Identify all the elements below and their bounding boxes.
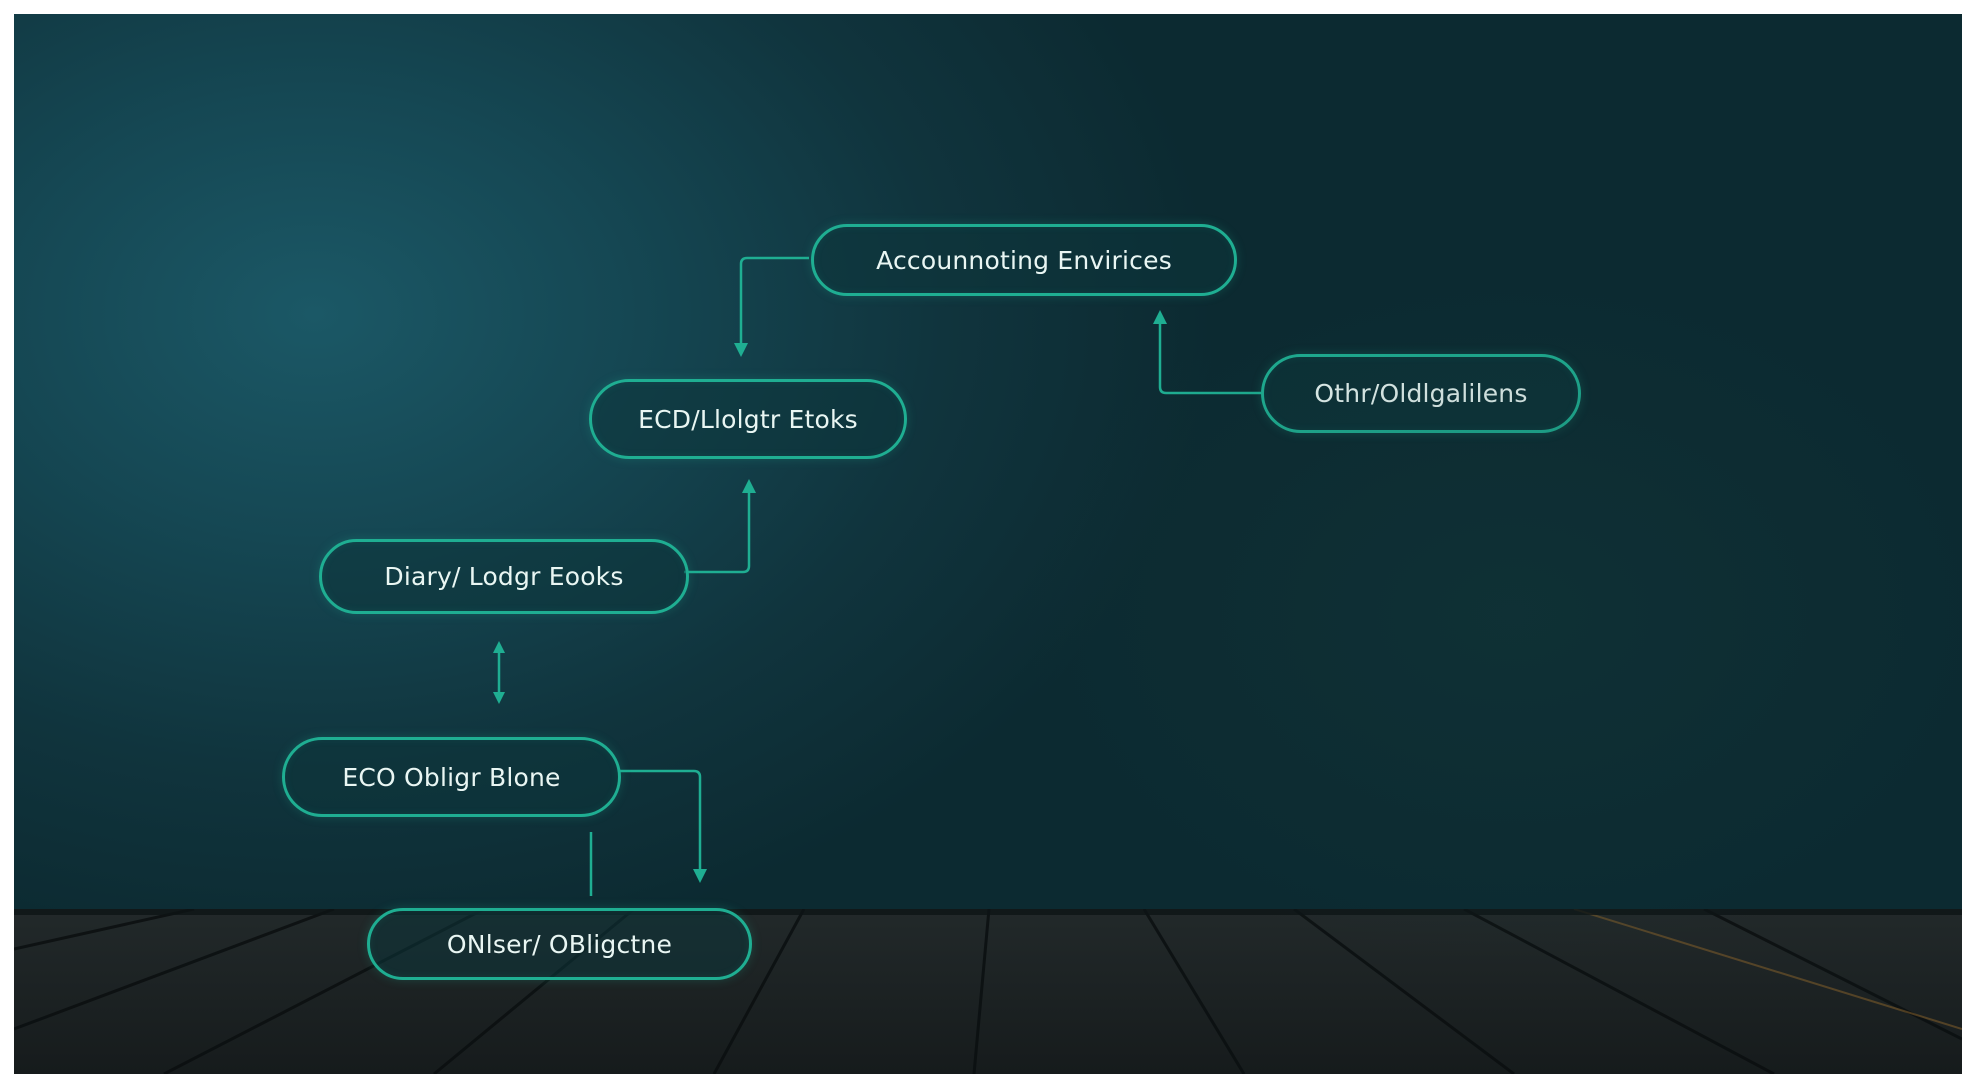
- connector-eco-to-other: [620, 769, 702, 876]
- node-other-obligations-bottom: ONlser/ OBligctne: [367, 908, 752, 980]
- arrowhead-down-other: [693, 869, 707, 883]
- node-accounting-entries: Accounnoting Envirices: [811, 224, 1237, 296]
- node-diary-ledger-books: Diary/ Lodgr Eooks: [319, 539, 689, 614]
- connector-accounting-to-ecd: [739, 256, 809, 350]
- connector-diary-to-ecd: [684, 486, 751, 574]
- arrowhead-up-ecd: [742, 479, 756, 493]
- diagram-canvas: Accounnoting Envirices ECD/Llolgtr Etoks…: [14, 14, 1962, 1074]
- node-ecd-ledger-books: ECD/Llolgtr Etoks: [589, 379, 907, 459]
- node-other-obligations-right: Othr/Oldlgalilens: [1261, 354, 1581, 433]
- arrowhead-down-eco: [493, 692, 505, 704]
- node-eco-obligations: ECO Obligr Blone: [282, 737, 621, 817]
- arrowhead-up-diary: [493, 641, 505, 653]
- connector-other-to-accounting: [1158, 317, 1261, 395]
- arrowhead-up-accounting: [1153, 310, 1167, 324]
- arrowhead-down-ecd: [734, 343, 748, 357]
- connector-lines: [493, 256, 1261, 896]
